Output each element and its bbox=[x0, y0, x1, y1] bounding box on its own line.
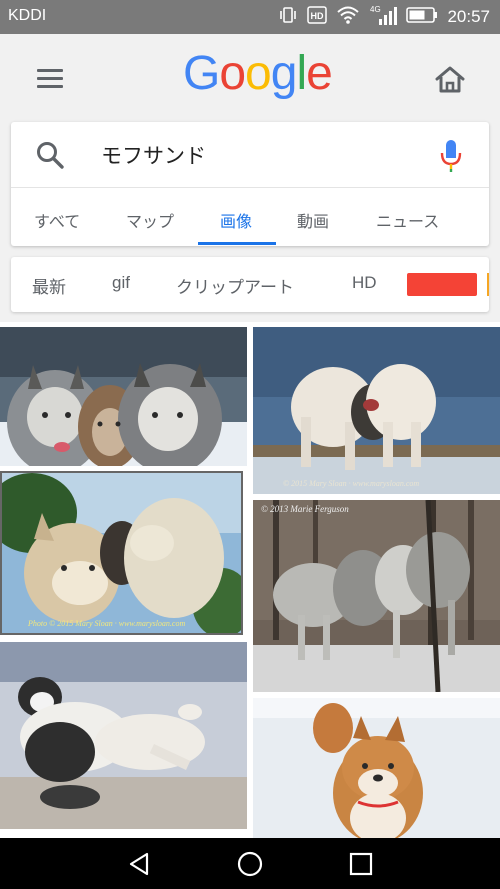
tab-images[interactable]: 画像 bbox=[220, 208, 252, 232]
menu-icon[interactable] bbox=[37, 69, 63, 89]
vibrate-icon bbox=[278, 5, 298, 29]
logo-letter: e bbox=[306, 47, 333, 100]
logo-letter: o bbox=[219, 47, 246, 100]
tab-maps[interactable]: マップ bbox=[126, 208, 174, 232]
carrier-label: KDDI bbox=[8, 7, 47, 24]
active-tab-indicator bbox=[198, 242, 276, 245]
image-caption: © 2015 Mary Sloan · www.marysloan.com bbox=[283, 479, 420, 488]
home-nav-icon[interactable] bbox=[236, 850, 264, 878]
image-result-4[interactable]: © 2013 Marie Ferguson bbox=[253, 500, 500, 692]
google-logo[interactable]: Google bbox=[183, 46, 333, 101]
search-input[interactable]: モフサンド bbox=[101, 140, 206, 170]
wifi-icon bbox=[336, 5, 360, 29]
tab-videos[interactable]: 動画 bbox=[297, 208, 329, 232]
svg-text:HD: HD bbox=[311, 11, 324, 21]
hd-icon: HD bbox=[307, 6, 328, 28]
logo-letter: G bbox=[183, 47, 220, 100]
status-bar: KDDI HD 4G 20:57 bbox=[0, 0, 500, 34]
filter-latest[interactable]: 最新 bbox=[32, 273, 66, 298]
logo-letter: l bbox=[296, 47, 307, 100]
logo-letter: g bbox=[270, 47, 298, 100]
filter-clipart[interactable]: クリップアート bbox=[176, 273, 294, 298]
image-caption: © 2013 Marie Ferguson bbox=[261, 504, 349, 514]
image-result-6[interactable] bbox=[253, 698, 500, 838]
filter-hd[interactable]: HD bbox=[352, 273, 377, 293]
search-card: モフサンド すべて マップ 画像 動画 ニュース bbox=[11, 122, 489, 246]
network-label: 4G bbox=[370, 5, 381, 14]
filter-gif[interactable]: gif bbox=[112, 273, 130, 293]
image-result-2[interactable]: © 2015 Mary Sloan · www.marysloan.com bbox=[253, 327, 500, 494]
image-filter-bar: 最新 gif クリップアート HD bbox=[11, 257, 489, 312]
image-result-1[interactable] bbox=[0, 327, 247, 466]
image-results-grid: © 2015 Mary Sloan · www.marysloan.com Ph… bbox=[0, 322, 500, 838]
image-result-5[interactable] bbox=[0, 642, 247, 829]
search-tabs: すべて マップ 画像 動画 ニュース bbox=[11, 188, 489, 246]
search-icon[interactable] bbox=[35, 140, 65, 170]
clock: 20:57 bbox=[447, 7, 490, 26]
tab-all[interactable]: すべて bbox=[34, 208, 80, 232]
app-header: Google bbox=[0, 34, 500, 122]
logo-letter: o bbox=[245, 47, 272, 100]
tab-news[interactable]: ニュース bbox=[376, 208, 439, 232]
microphone-icon[interactable] bbox=[439, 138, 463, 174]
home-icon[interactable] bbox=[434, 64, 466, 94]
filter-color-orange[interactable] bbox=[487, 273, 489, 296]
image-result-3[interactable]: Photo © 2015 Mary Sloan · www.marysloan.… bbox=[0, 471, 243, 635]
signal-icon: 4G bbox=[369, 4, 398, 30]
battery-icon bbox=[406, 6, 438, 28]
system-nav-bar bbox=[0, 838, 500, 889]
filter-color-red[interactable] bbox=[407, 273, 477, 296]
search-box[interactable]: モフサンド bbox=[11, 122, 489, 188]
back-icon[interactable] bbox=[125, 850, 153, 878]
image-caption: Photo © 2015 Mary Sloan · www.marysloan.… bbox=[28, 619, 186, 628]
recents-icon[interactable] bbox=[347, 850, 375, 878]
